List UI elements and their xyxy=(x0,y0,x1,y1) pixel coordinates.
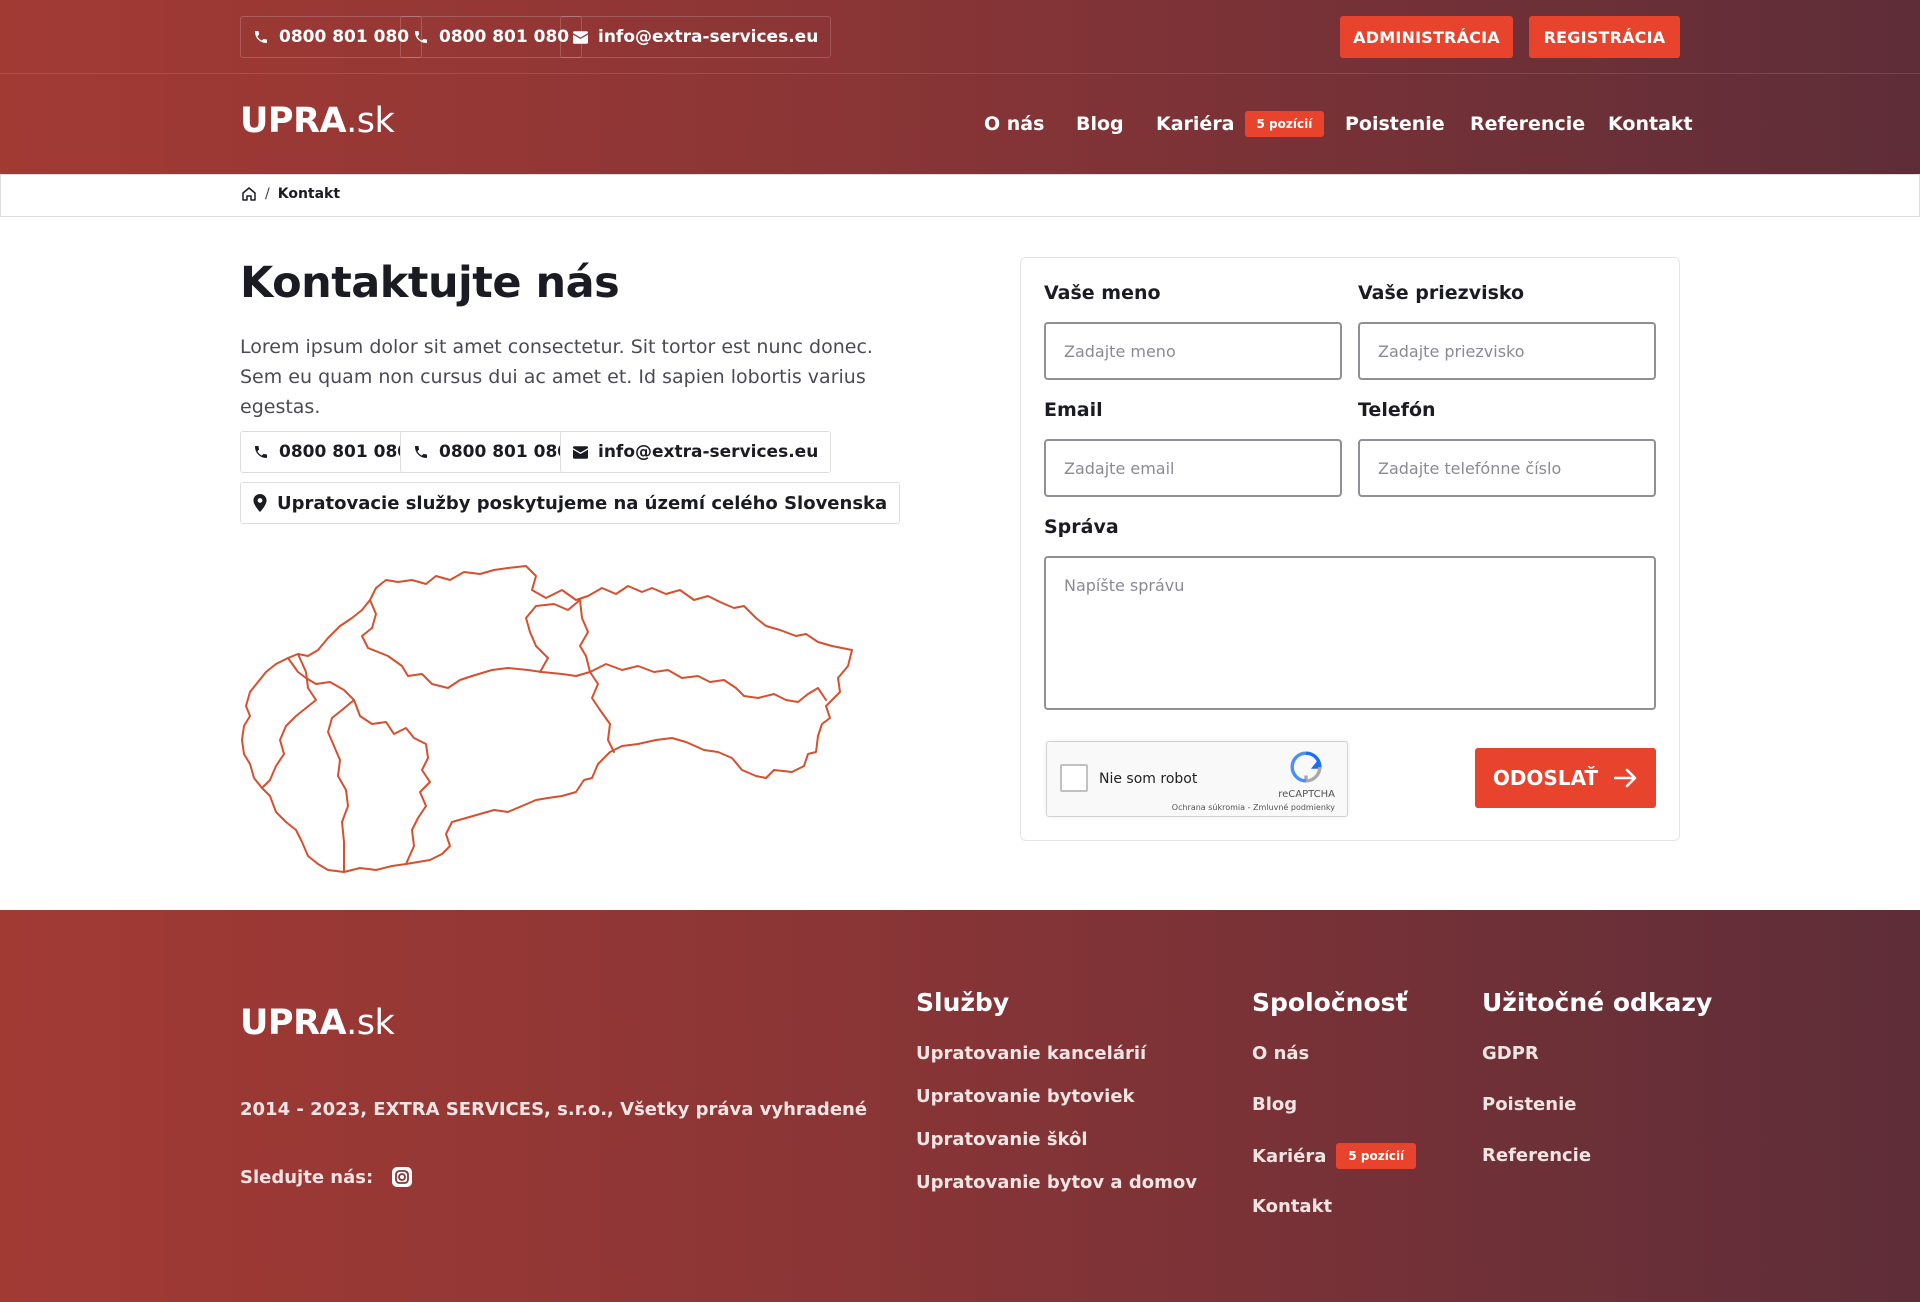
recaptcha-terms: Ochrana súkromia - Zmluvné podmienky xyxy=(1171,803,1335,812)
nav-item-blog[interactable]: Blog xyxy=(1076,108,1124,140)
footer-company-blog[interactable]: Blog xyxy=(1252,1094,1297,1115)
footer-service-schools[interactable]: Upratovanie škôl xyxy=(916,1129,1088,1150)
recaptcha-brand: reCAPTCHA xyxy=(1278,789,1335,800)
footer-logo-light: .sk xyxy=(346,1003,395,1043)
footer-company-contact[interactable]: Kontakt xyxy=(1252,1196,1332,1217)
breadcrumb-separator: / xyxy=(265,186,270,202)
map-border-zilina xyxy=(525,599,581,673)
footer-follow: Sledujte nás: xyxy=(240,1166,413,1188)
email-input[interactable] xyxy=(1044,439,1342,497)
logo-light: .sk xyxy=(346,101,395,141)
nav-item-insurance[interactable]: Poistenie xyxy=(1345,108,1445,140)
message-label: Správa xyxy=(1044,516,1119,538)
nav-item-contact[interactable]: Kontakt xyxy=(1608,108,1693,140)
footer-company-career-label: Kariéra xyxy=(1252,1145,1327,1167)
logo-bold: UPRA xyxy=(240,101,347,141)
map-outer-border xyxy=(241,565,853,873)
first-name-input[interactable] xyxy=(1044,322,1342,380)
instagram-icon[interactable] xyxy=(391,1166,413,1188)
nav-item-career[interactable]: Kariéra 5 pozícií xyxy=(1156,108,1325,140)
footer-copyright: 2014 - 2023, EXTRA SERVICES, s.r.o., Vše… xyxy=(240,1099,868,1120)
map-border-bratislava xyxy=(261,653,317,789)
register-button[interactable]: REGISTRÁCIA xyxy=(1529,16,1680,58)
footer-service-apartments[interactable]: Upratovanie bytoviek xyxy=(916,1086,1135,1107)
topbar-email[interactable]: info@extra-services.eu xyxy=(560,16,832,58)
submit-button-label: ODOSLAŤ xyxy=(1492,766,1599,790)
topbar-phone-1[interactable]: 0800 801 080 xyxy=(240,16,423,58)
site-logo[interactable]: UPRA.sk xyxy=(240,101,395,141)
last-name-input[interactable] xyxy=(1358,322,1656,380)
coverage-note-text: Upratovacie služby poskytujeme na území … xyxy=(277,492,888,514)
message-textarea[interactable] xyxy=(1044,556,1656,710)
envelope-icon xyxy=(573,30,588,44)
envelope-icon xyxy=(573,445,588,459)
nav-item-career-label: Kariéra xyxy=(1156,113,1235,135)
recaptcha-label: Nie som robot xyxy=(1099,771,1198,787)
nav-item-about[interactable]: O nás xyxy=(984,108,1044,140)
contact-phone-2-text: 0800 801 080 xyxy=(439,442,570,462)
nav-item-references[interactable]: Referencie xyxy=(1470,108,1585,140)
phone-icon xyxy=(415,446,427,458)
topbar-phone-1-text: 0800 801 080 xyxy=(279,27,410,47)
map-border-nitra-west xyxy=(327,699,355,873)
footer-logo-bold: UPRA xyxy=(240,1003,347,1043)
site-header: 0800 801 080 0800 801 080 info@extra-ser… xyxy=(0,0,1920,174)
contact-lead: Lorem ipsum dolor sit amet consectetur. … xyxy=(240,336,873,418)
footer-company-about[interactable]: O nás xyxy=(1252,1043,1309,1064)
footer-link-insurance[interactable]: Poistenie xyxy=(1482,1094,1576,1115)
page-title: Kontaktujte nás xyxy=(240,258,620,308)
footer-career-badge: 5 pozícií xyxy=(1336,1143,1417,1169)
career-positions-badge: 5 pozícií xyxy=(1244,111,1325,137)
topbar-phone-2-text: 0800 801 080 xyxy=(439,27,570,47)
phone-icon xyxy=(415,31,427,43)
first-name-label: Vaše meno xyxy=(1044,282,1161,304)
contact-email[interactable]: info@extra-services.eu xyxy=(560,431,832,473)
footer-link-gdpr[interactable]: GDPR xyxy=(1482,1043,1539,1064)
footer-company-career[interactable]: Kariéra 5 pozícií xyxy=(1252,1143,1417,1169)
recaptcha-widget: Nie som robot reCAPTCHA Ochrana súkromia… xyxy=(1046,741,1348,817)
footer-services-title: Služby xyxy=(916,988,1010,1017)
email-label: Email xyxy=(1044,399,1103,421)
recaptcha-logo-icon xyxy=(1290,751,1322,783)
arrow-right-icon xyxy=(1614,768,1637,788)
footer-follow-label: Sledujte nás: xyxy=(240,1166,374,1188)
contact-phone-2[interactable]: 0800 801 080 xyxy=(400,431,583,473)
phone-label: Telefón xyxy=(1358,399,1436,421)
map-pin-icon xyxy=(253,494,267,512)
recaptcha-checkbox[interactable] xyxy=(1060,764,1088,792)
footer-service-offices[interactable]: Upratovanie kancelárií xyxy=(916,1043,1146,1064)
map-border-banska xyxy=(589,671,615,753)
contact-phone-1[interactable]: 0800 801 080 xyxy=(240,431,423,473)
footer-logo[interactable]: UPRA.sk xyxy=(240,1003,395,1043)
admin-button[interactable]: ADMINISTRÁCIA xyxy=(1340,16,1513,58)
last-name-label: Vaše priezvisko xyxy=(1358,282,1525,304)
home-icon[interactable] xyxy=(241,186,257,202)
coverage-note: Upratovacie služby poskytujeme na území … xyxy=(240,482,901,524)
footer-company-title: Spoločnosť xyxy=(1252,988,1408,1017)
slovakia-regions-map xyxy=(241,565,853,873)
footer-service-homes[interactable]: Upratovanie bytov a domov xyxy=(916,1172,1197,1193)
phone-icon xyxy=(255,446,267,458)
footer-link-references[interactable]: Referencie xyxy=(1482,1145,1591,1166)
submit-button[interactable]: ODOSLAŤ xyxy=(1475,748,1656,808)
phone-input[interactable] xyxy=(1358,439,1656,497)
contact-phone-1-text: 0800 801 080 xyxy=(279,442,410,462)
breadcrumb-current: Kontakt xyxy=(277,186,341,202)
map-border-presov xyxy=(589,663,827,703)
topbar-phone-2[interactable]: 0800 801 080 xyxy=(400,16,583,58)
map-border-kosice-link xyxy=(579,599,591,673)
map-border-trencin xyxy=(361,599,591,689)
top-bar: 0800 801 080 0800 801 080 info@extra-ser… xyxy=(0,0,1920,74)
topbar-email-text: info@extra-services.eu xyxy=(598,27,819,47)
phone-icon xyxy=(255,31,267,43)
footer-links-title: Užitočné odkazy xyxy=(1482,988,1713,1017)
breadcrumb: / Kontakt xyxy=(0,174,1920,217)
contact-email-text: info@extra-services.eu xyxy=(598,442,819,462)
